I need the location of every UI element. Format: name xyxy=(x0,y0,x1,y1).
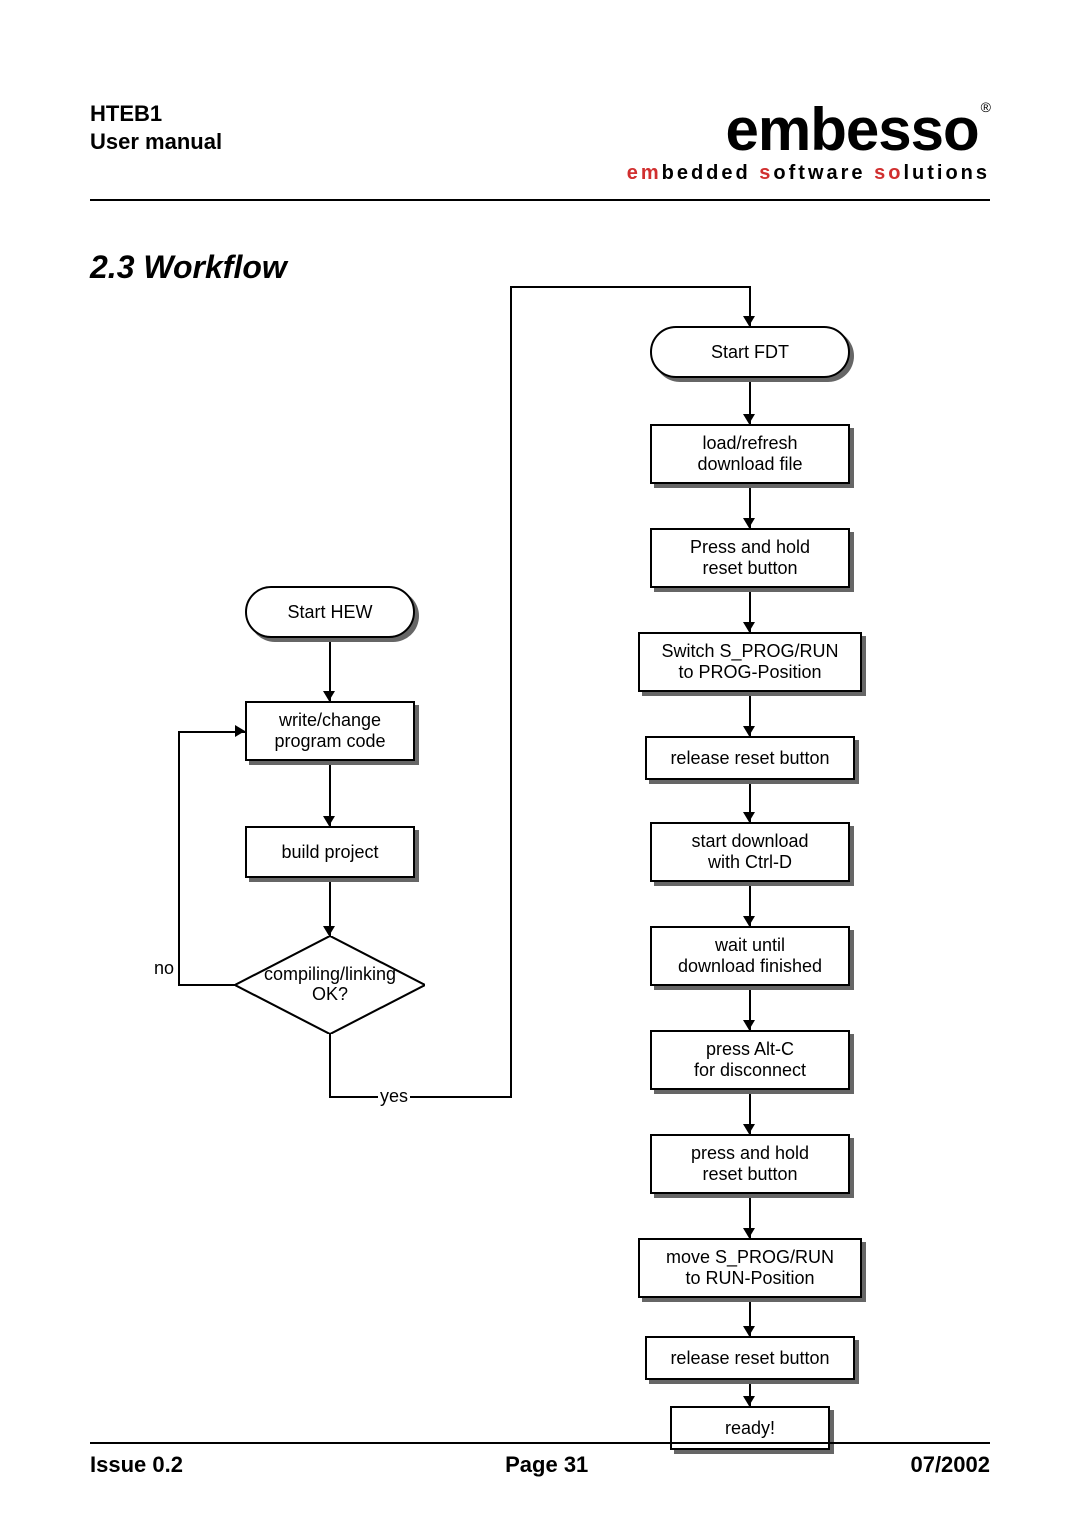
process-build: build project xyxy=(245,826,415,878)
process-release1: release reset button xyxy=(645,736,855,780)
process-download: start download with Ctrl-D xyxy=(650,822,850,882)
arrow-icon xyxy=(743,518,755,528)
process-write: write/change program code xyxy=(245,701,415,761)
footer: Issue 0.2 Page 31 07/2002 xyxy=(90,1442,990,1478)
node-text: release reset button xyxy=(670,748,829,769)
node-text: ready! xyxy=(725,1418,775,1439)
flow-line xyxy=(510,286,512,1098)
node-text: Start HEW xyxy=(287,602,372,623)
logo-sub-part: so xyxy=(874,162,903,184)
arrow-icon xyxy=(323,816,335,826)
arrow-icon xyxy=(743,812,755,822)
divider xyxy=(90,199,990,201)
arrow-icon xyxy=(323,691,335,701)
logo-subtitle: embedded software solutions xyxy=(627,162,990,185)
arrow-icon xyxy=(743,916,755,926)
process-wait: wait until download finished xyxy=(650,926,850,986)
arrow-icon xyxy=(743,726,755,736)
node-text: release reset button xyxy=(670,1348,829,1369)
node-text: move S_PROG/RUN to RUN-Position xyxy=(666,1247,834,1288)
divider xyxy=(90,1442,990,1444)
arrow-icon xyxy=(743,1228,755,1238)
header-left: HTEB1 User manual xyxy=(90,100,222,155)
node-text: Press and hold reset button xyxy=(690,537,810,578)
arrow-icon xyxy=(235,725,245,737)
flow-line xyxy=(329,1096,510,1098)
header: HTEB1 User manual embesso® embedded soft… xyxy=(90,100,990,185)
logo-main: embesso® xyxy=(627,100,990,160)
footer-page: Page 31 xyxy=(505,1452,588,1478)
flow-line xyxy=(178,984,235,986)
process-load: load/refresh download file xyxy=(650,424,850,484)
process-switch: Switch S_PROG/RUN to PROG-Position xyxy=(638,632,862,692)
logo: embesso® embedded software solutions xyxy=(627,100,990,185)
registered-icon: ® xyxy=(981,99,990,115)
node-text: start download with Ctrl-D xyxy=(691,831,808,872)
arrow-icon xyxy=(743,1396,755,1406)
logo-text: embesso xyxy=(726,96,979,163)
process-press1: Press and hold reset button xyxy=(650,528,850,588)
arrow-icon xyxy=(743,414,755,424)
arrow-icon xyxy=(743,1020,755,1030)
process-release2: release reset button xyxy=(645,1336,855,1380)
logo-sub-part: bedded xyxy=(662,162,760,184)
flow-line xyxy=(510,286,751,288)
arrow-icon xyxy=(323,926,335,936)
flow-line xyxy=(178,731,180,986)
node-text: Start FDT xyxy=(711,342,789,363)
footer-issue: Issue 0.2 xyxy=(90,1452,183,1478)
node-text: write/change program code xyxy=(274,710,385,751)
arrow-icon xyxy=(743,1124,755,1134)
process-move: move S_PROG/RUN to RUN-Position xyxy=(638,1238,862,1298)
node-text: build project xyxy=(281,842,378,863)
flowchart: Start FDT load/refresh download file Pre… xyxy=(90,266,990,1386)
node-text: Switch S_PROG/RUN to PROG-Position xyxy=(661,641,838,682)
edge-label-no: no xyxy=(152,958,176,979)
node-text: press and hold reset button xyxy=(691,1143,809,1184)
arrow-icon xyxy=(743,1326,755,1336)
process-alt: press Alt-C for disconnect xyxy=(650,1030,850,1090)
terminator-start-fdt: Start FDT xyxy=(650,326,850,378)
node-text: wait until download finished xyxy=(678,935,822,976)
product-name: HTEB1 xyxy=(90,100,222,128)
node-text: load/refresh download file xyxy=(697,433,802,474)
logo-sub-part: em xyxy=(627,162,662,184)
arrow-icon xyxy=(743,622,755,632)
edge-label-yes: yes xyxy=(378,1086,410,1107)
arrow-icon xyxy=(743,316,755,326)
product-subtitle: User manual xyxy=(90,128,222,156)
logo-sub-part: s xyxy=(759,162,773,184)
page: HTEB1 User manual embesso® embedded soft… xyxy=(0,0,1080,1528)
footer-date: 07/2002 xyxy=(910,1452,990,1478)
logo-sub-part: lutions xyxy=(903,162,990,184)
terminator-start-hew: Start HEW xyxy=(245,586,415,638)
footer-row: Issue 0.2 Page 31 07/2002 xyxy=(90,1452,990,1478)
decision-compile: compiling/linking OK? xyxy=(235,936,425,1034)
logo-sub-part: oftware xyxy=(773,162,874,184)
flow-line xyxy=(329,1034,331,1096)
node-text: press Alt-C for disconnect xyxy=(694,1039,806,1080)
decision-text: compiling/linking OK? xyxy=(235,936,425,1034)
process-press2: press and hold reset button xyxy=(650,1134,850,1194)
